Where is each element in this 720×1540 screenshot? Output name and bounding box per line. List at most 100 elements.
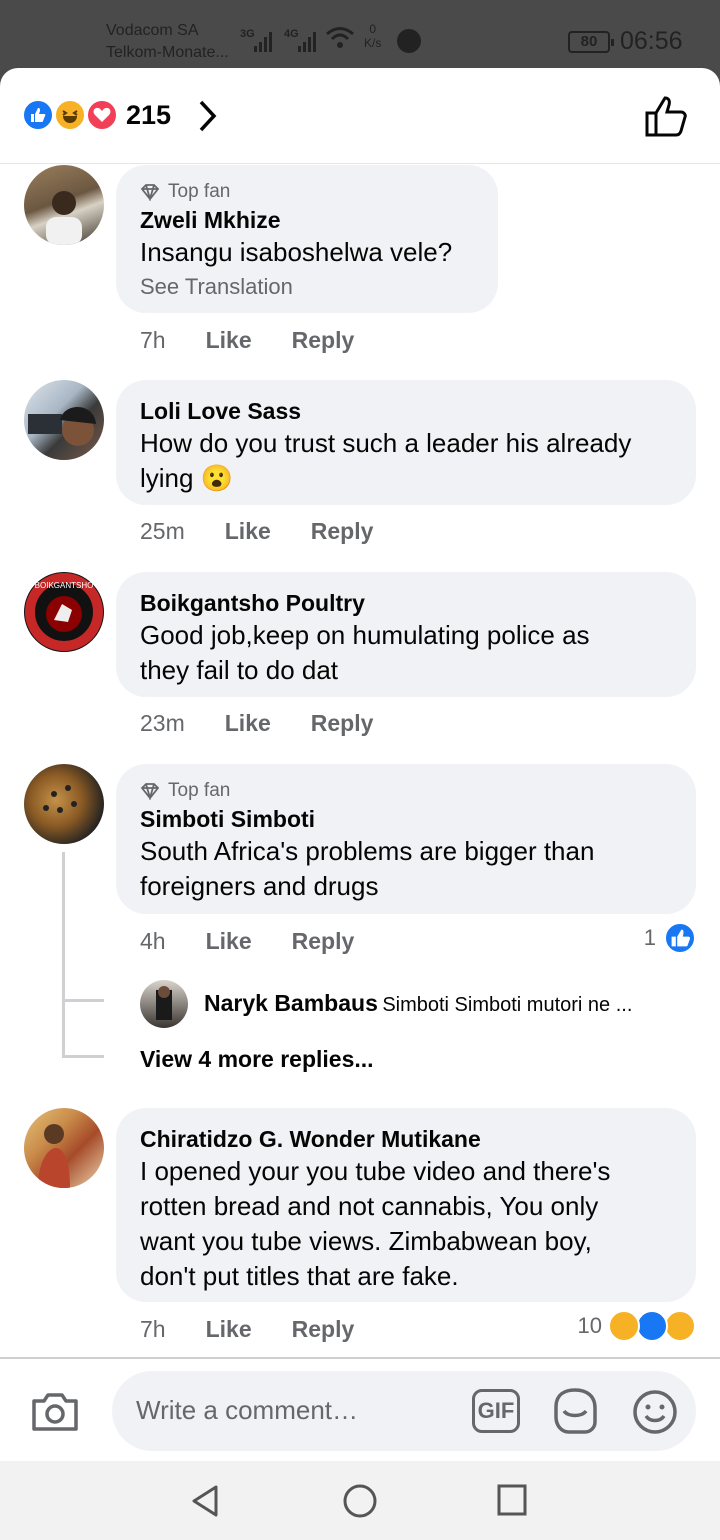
top-fan-badge: Top fan — [140, 780, 672, 802]
like-reaction-icon — [22, 99, 54, 131]
like-button[interactable]: Like — [206, 928, 252, 955]
comment-actions: 25m Like Reply — [140, 518, 413, 545]
network-speed: 0 K/s — [364, 22, 381, 50]
reply-preview[interactable]: Naryk Bambaus Simboti Simboti mutori ne … — [204, 990, 694, 1017]
battery-icon: 80 — [568, 31, 614, 53]
comment-author[interactable]: Loli Love Sass — [140, 396, 672, 426]
comment-bubble[interactable]: Loli Love Sass How do you trust such a l… — [116, 380, 696, 505]
comment-text-line: rotten bread and not cannabis, You only — [140, 1191, 599, 1221]
reply-text: Simboti Simboti mutori ne ... — [382, 994, 633, 1016]
system-navigation-bar — [0, 1461, 720, 1540]
comment-text-line: don't put titles that are fake. — [140, 1261, 459, 1291]
chevron-right-icon[interactable] — [196, 98, 220, 134]
see-translation-link[interactable]: See Translation — [140, 274, 474, 300]
comment-bubble[interactable]: Top fan Zweli Mkhize Insangu isaboshelwa… — [116, 165, 498, 313]
reply-thread-branch — [62, 1055, 104, 1058]
top-fan-label: Top fan — [168, 181, 231, 202]
comment-time: 25m — [140, 518, 185, 544]
home-icon[interactable] — [342, 1483, 378, 1519]
comments-sheet: 215 Top fan Zweli Mkhize Insangu isabosh… — [0, 68, 720, 1540]
wifi-icon — [326, 27, 354, 48]
speed-unit: K/s — [364, 36, 382, 50]
camera-icon[interactable] — [30, 1389, 80, 1433]
avatar[interactable] — [24, 1108, 104, 1188]
like-button[interactable]: Like — [225, 710, 271, 737]
top-fan-badge: Top fan — [140, 181, 474, 203]
reply-avatar[interactable] — [140, 980, 188, 1028]
comment-text-line: they fail to do dat — [140, 655, 339, 685]
like-reaction-icon — [636, 1310, 668, 1342]
signal-bars-icon — [298, 30, 320, 52]
whatsapp-icon — [397, 29, 421, 53]
avatar[interactable] — [24, 165, 104, 245]
comment-actions: 7h Like Reply — [140, 1316, 394, 1343]
comment-author[interactable]: Zweli Mkhize — [140, 205, 474, 235]
view-more-replies-link[interactable]: View 4 more replies... — [140, 1046, 374, 1073]
comment-text-line: Good job,keep on humulating police as — [140, 620, 590, 650]
network-type-2: 4G — [284, 28, 299, 40]
comment-actions: 4h Like Reply — [140, 928, 394, 955]
wow-reaction-icon — [664, 1310, 696, 1342]
diamond-icon — [140, 184, 160, 201]
comment-text-line: South Africa's problems are bigger than — [140, 836, 595, 866]
comment-text-line: How do you trust such a leader his alrea… — [140, 428, 632, 458]
like-button[interactable]: Like — [225, 518, 271, 545]
comment-reactions[interactable]: 10 — [578, 1310, 696, 1342]
comment-text-line2: lying — [140, 463, 194, 493]
carrier-1: Vodacom SA — [106, 22, 199, 39]
comment-text-line: lying 😮 — [140, 461, 672, 496]
comment-text-line: want you tube views. Zimbabwean boy, — [140, 1226, 592, 1256]
reply-thread-line — [62, 852, 65, 1058]
comment-input-placeholder: Write a comment… — [136, 1395, 359, 1425]
like-button[interactable]: Like — [206, 1316, 252, 1343]
comment-actions: 7h Like Reply — [140, 327, 394, 354]
gif-button[interactable]: GIF — [472, 1389, 520, 1433]
status-bar: Vodacom SA Telkom-Monate... 3G 4G 0 K/s … — [0, 0, 720, 72]
comment-author[interactable]: Simboti Simboti — [140, 804, 672, 834]
reply-button[interactable]: Reply — [311, 518, 374, 545]
avatar[interactable] — [24, 764, 104, 844]
reply-button[interactable]: Reply — [292, 327, 355, 354]
like-button[interactable]: Like — [206, 327, 252, 354]
comment-composer: Write a comment… GIF — [0, 1357, 720, 1461]
signal-bars-icon — [254, 30, 276, 52]
carrier-labels: Vodacom SA Telkom-Monate... — [106, 20, 229, 64]
comment-bubble[interactable]: Top fan Simboti Simboti South Africa's p… — [116, 764, 696, 914]
diamond-icon — [140, 783, 160, 800]
comment-actions: 23m Like Reply — [140, 710, 413, 737]
love-reaction-icon — [86, 99, 118, 131]
avatar[interactable] — [24, 380, 104, 460]
reply-author[interactable]: Naryk Bambaus — [204, 990, 378, 1016]
comment-author[interactable]: Boikgantsho Poultry — [140, 588, 672, 618]
comment-bubble[interactable]: Chiratidzo G. Wonder Mutikane I opened y… — [116, 1108, 696, 1302]
reaction-count[interactable]: 215 — [126, 100, 171, 131]
reply-button[interactable]: Reply — [311, 710, 374, 737]
avatar[interactable]: BOIKGANTSHO — [24, 572, 104, 652]
sticker-icon[interactable] — [550, 1387, 600, 1435]
reply-button[interactable]: Reply — [292, 1316, 355, 1343]
comment-reactions[interactable]: 1 — [644, 922, 696, 954]
network-type-1: 3G — [240, 28, 255, 40]
comment-input[interactable]: Write a comment… GIF — [112, 1371, 696, 1451]
haha-reaction-icon — [54, 99, 86, 131]
like-thumb-icon[interactable] — [644, 94, 690, 138]
reply-button[interactable]: Reply — [292, 928, 355, 955]
back-icon[interactable] — [190, 1483, 222, 1519]
comment-text-line: I opened your you tube video and there's — [140, 1156, 611, 1186]
speed-value: 0 — [369, 22, 377, 36]
carrier-2: Telkom-Monate... — [106, 44, 229, 61]
reaction-count: 10 — [577, 1313, 602, 1338]
recents-icon[interactable] — [496, 1483, 528, 1517]
comment-author[interactable]: Chiratidzo G. Wonder Mutikane — [140, 1124, 672, 1154]
reaction-count: 1 — [643, 925, 656, 950]
emoji: 😮 — [200, 463, 234, 493]
comment-time: 7h — [140, 1316, 166, 1342]
comment-list: Top fan Zweli Mkhize Insangu isaboshelwa… — [0, 165, 720, 1357]
comment-time: 4h — [140, 928, 166, 954]
comment-time: 23m — [140, 710, 185, 736]
emoji-icon[interactable] — [632, 1389, 678, 1435]
comment-bubble[interactable]: Boikgantsho Poultry Good job,keep on hum… — [116, 572, 696, 697]
comment-text-line: foreigners and drugs — [140, 871, 379, 901]
haha-reaction-icon — [608, 1310, 640, 1342]
reactions-header: 215 — [0, 68, 720, 164]
